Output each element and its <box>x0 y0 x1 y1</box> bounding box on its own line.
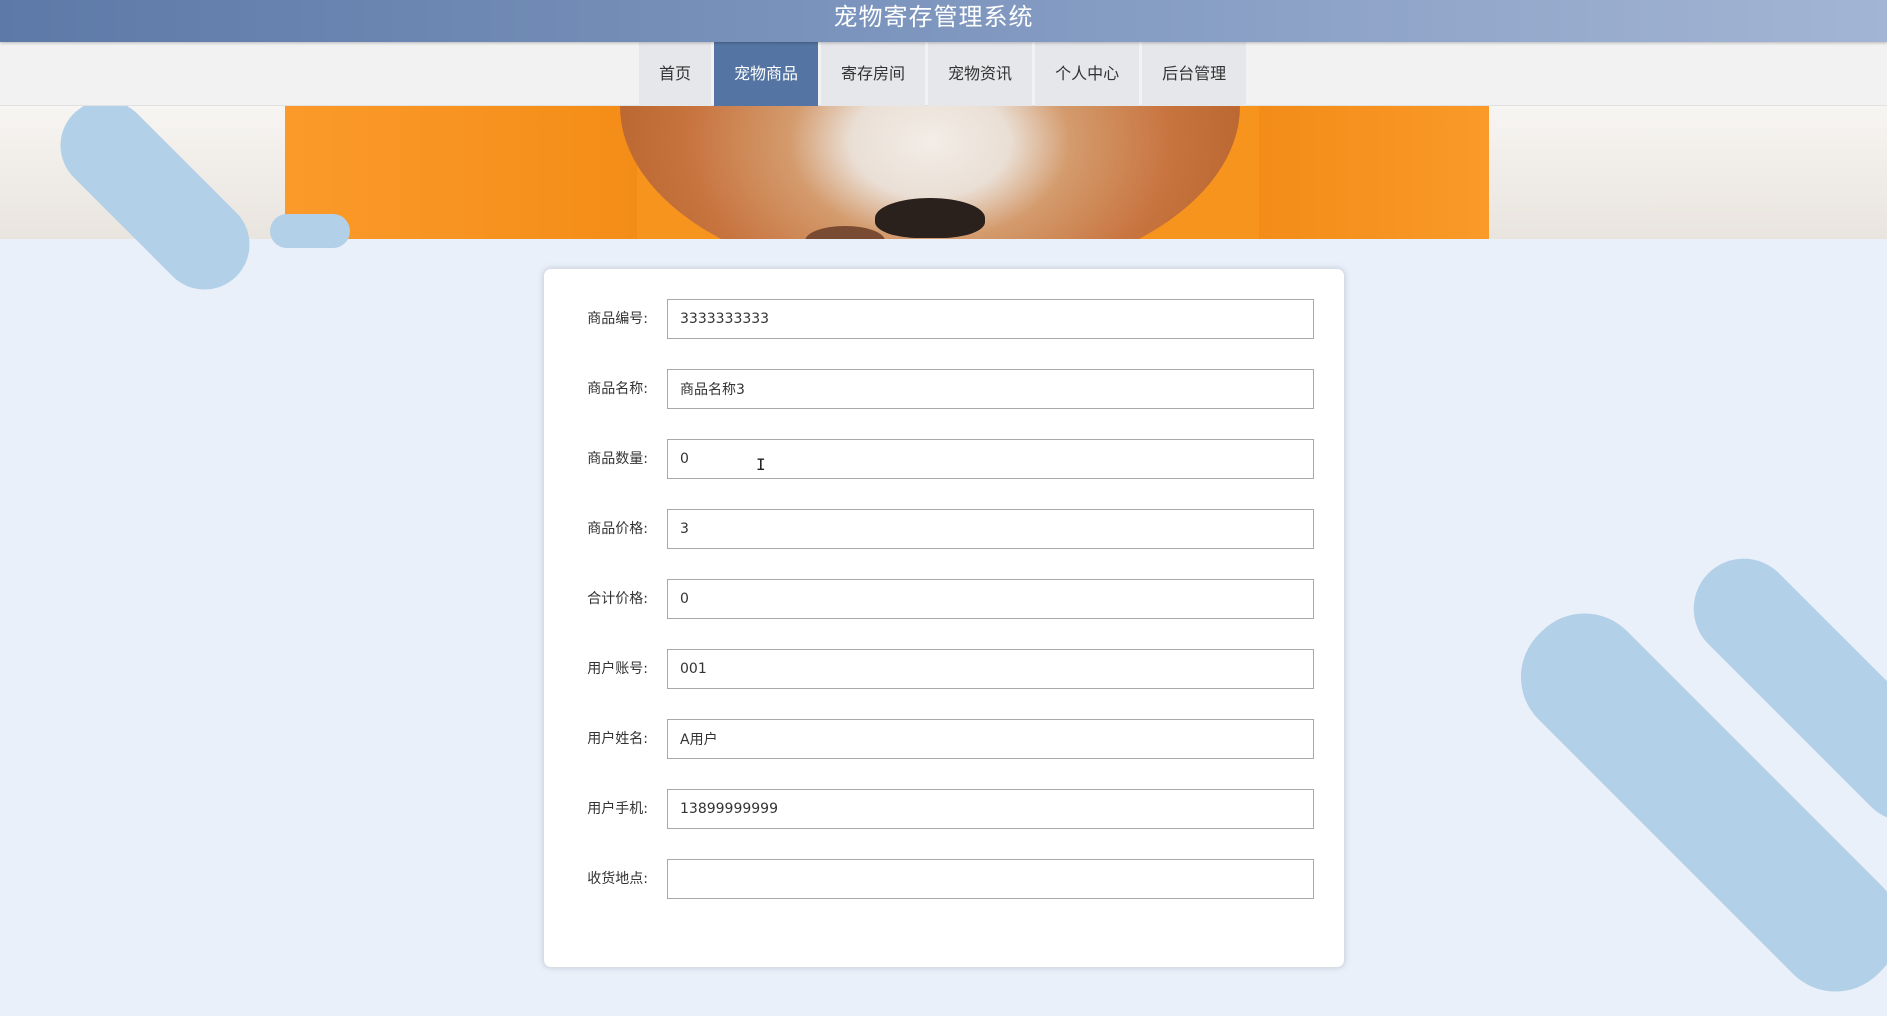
total-price-input[interactable] <box>667 579 1314 619</box>
form-row-user-phone: 用户手机: <box>544 789 1344 829</box>
main-nav: 首页 宠物商品 寄存房间 宠物资讯 个人中心 后台管理 <box>0 42 1887 106</box>
product-name-label: 商品名称: <box>587 381 648 397</box>
form-row-product-price: 商品价格: <box>544 509 1344 549</box>
nav-items: 首页 宠物商品 寄存房间 宠物资讯 个人中心 后台管理 <box>639 42 1249 106</box>
form-row-user-name: 用户姓名: <box>544 719 1344 759</box>
banner-dog-photo <box>285 106 1489 239</box>
product-name-input[interactable] <box>667 369 1314 409</box>
product-quantity-label: 商品数量: <box>587 451 648 467</box>
banner-dog-nose <box>875 198 985 238</box>
nav-item-boarding-rooms[interactable]: 寄存房间 <box>821 42 926 106</box>
form-row-total-price: 合计价格: <box>544 579 1344 619</box>
nav-item-pet-news[interactable]: 宠物资讯 <box>928 42 1033 106</box>
product-code-input[interactable] <box>667 299 1314 339</box>
banner-orange-panel-right <box>1259 106 1489 239</box>
user-phone-input[interactable] <box>667 789 1314 829</box>
form-row-product-code: 商品编号: <box>544 299 1344 339</box>
product-price-input[interactable] <box>667 509 1314 549</box>
delivery-address-label: 收货地点: <box>587 871 648 887</box>
user-phone-label: 用户手机: <box>587 801 648 817</box>
text-cursor-icon: I <box>756 455 766 474</box>
form-row-product-quantity: 商品数量: <box>544 439 1344 479</box>
product-form-card: 商品编号: 商品名称: 商品数量: 商品价格: 合计价格: 用户账号: 用户姓名… <box>543 268 1345 968</box>
user-name-label: 用户姓名: <box>587 731 648 747</box>
nav-item-admin[interactable]: 后台管理 <box>1142 42 1247 106</box>
app-title: 宠物寄存管理系统 <box>833 3 1034 31</box>
nav-item-pet-products[interactable]: 宠物商品 <box>714 42 819 106</box>
nav-item-personal-center[interactable]: 个人中心 <box>1035 42 1140 106</box>
nav-item-home[interactable]: 首页 <box>639 42 712 106</box>
decor-pill-top-left-small <box>270 214 350 248</box>
product-price-label: 商品价格: <box>587 521 648 537</box>
form-row-user-account: 用户账号: <box>544 649 1344 689</box>
delivery-address-input[interactable] <box>667 859 1314 899</box>
form-row-product-name: 商品名称: <box>544 369 1344 409</box>
header-bar: 宠物寄存管理系统 <box>0 0 1887 42</box>
user-account-input[interactable] <box>667 649 1314 689</box>
form-row-delivery-address: 收货地点: <box>544 859 1344 899</box>
product-code-label: 商品编号: <box>587 311 648 327</box>
user-name-input[interactable] <box>667 719 1314 759</box>
total-price-label: 合计价格: <box>587 591 648 607</box>
user-account-label: 用户账号: <box>587 661 648 677</box>
